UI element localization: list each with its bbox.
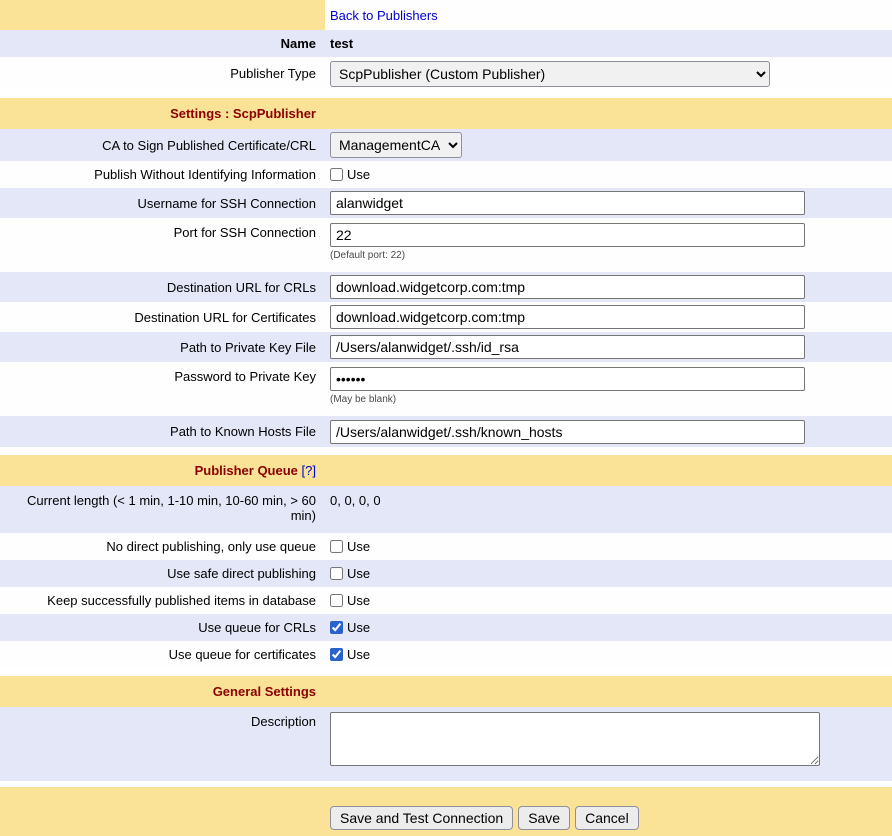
ca-sign-select[interactable]: ManagementCA <box>330 132 462 158</box>
cert-url-input[interactable] <box>330 305 805 329</box>
ca-sign-label: CA to Sign Published Certificate/CRL <box>0 129 325 161</box>
use-label: Use <box>347 566 370 581</box>
section-gap <box>0 447 892 455</box>
keep-published-items-checkbox[interactable] <box>330 594 343 607</box>
queue-certificates-checkbox[interactable] <box>330 648 343 661</box>
general-section-title: General Settings <box>0 676 325 707</box>
private-key-path-input[interactable] <box>330 335 805 359</box>
name-label: Name <box>0 30 325 57</box>
description-textarea[interactable] <box>330 712 820 766</box>
queue-crls-use[interactable]: Use <box>330 620 370 635</box>
name-value: test <box>325 30 892 57</box>
safe-direct-publishing-use[interactable]: Use <box>330 566 370 581</box>
keep-published-items-label: Keep successfully published items in dat… <box>0 587 325 614</box>
queue-section-header: Publisher Queue [?] <box>0 455 892 486</box>
cert-url-row: Destination URL for Certificates <box>0 302 892 332</box>
queue-length-value: 0, 0, 0, 0 <box>325 486 892 533</box>
cancel-button[interactable]: Cancel <box>575 806 639 830</box>
general-section-header: General Settings <box>0 676 892 707</box>
use-label: Use <box>347 620 370 635</box>
header-row: Back to Publishers <box>0 0 892 30</box>
anonymous-use-label[interactable]: Use <box>330 167 370 182</box>
publisher-type-select[interactable]: ScpPublisher (Custom Publisher) <box>330 61 770 87</box>
private-key-password-row: Password to Private Key (May be blank) <box>0 362 892 416</box>
private-key-path-label: Path to Private Key File <box>0 332 325 362</box>
use-label: Use <box>347 167 370 182</box>
section-gap <box>0 668 892 676</box>
private-key-path-row: Path to Private Key File <box>0 332 892 362</box>
use-label: Use <box>347 539 370 554</box>
ssh-port-hint: (Default port: 22) <box>330 250 405 261</box>
cert-url-label: Destination URL for Certificates <box>0 302 325 332</box>
header-right-cell: Back to Publishers <box>325 0 892 30</box>
ssh-username-input[interactable] <box>330 191 805 215</box>
known-hosts-input[interactable] <box>330 420 805 444</box>
general-section-header-spacer <box>325 676 892 707</box>
keep-published-items-use[interactable]: Use <box>330 593 370 608</box>
header-left-spacer <box>0 0 325 30</box>
ca-sign-row: CA to Sign Published Certificate/CRL Man… <box>0 129 892 161</box>
save-button[interactable]: Save <box>518 806 570 830</box>
ssh-port-row: Port for SSH Connection (Default port: 2… <box>0 218 892 272</box>
queue-option-row: Use queue for CRLs Use <box>0 614 892 641</box>
settings-section-title: Settings : ScpPublisher <box>0 98 325 129</box>
description-label: Description <box>0 707 325 781</box>
anonymous-row: Publish Without Identifying Information … <box>0 161 892 188</box>
queue-option-row: Use queue for certificates Use <box>0 641 892 668</box>
save-and-test-button[interactable]: Save and Test Connection <box>330 806 513 830</box>
ssh-username-label: Username for SSH Connection <box>0 188 325 218</box>
queue-crls-label: Use queue for CRLs <box>0 614 325 641</box>
section-gap <box>0 90 892 98</box>
anonymous-label: Publish Without Identifying Information <box>0 161 325 188</box>
no-direct-publishing-label: No direct publishing, only use queue <box>0 533 325 560</box>
crl-url-row: Destination URL for CRLs <box>0 272 892 302</box>
use-label: Use <box>347 647 370 662</box>
use-label: Use <box>347 593 370 608</box>
queue-option-row: Use safe direct publishing Use <box>0 560 892 587</box>
private-key-password-input[interactable] <box>330 367 805 391</box>
no-direct-publishing-use[interactable]: Use <box>330 539 370 554</box>
private-key-password-hint: (May be blank) <box>330 394 396 405</box>
queue-option-row: Keep successfully published items in dat… <box>0 587 892 614</box>
publisher-type-label: Publisher Type <box>0 57 325 90</box>
queue-section-title: Publisher Queue <box>195 463 298 478</box>
button-bar: Save and Test Connection Save Cancel <box>330 806 892 830</box>
ssh-username-row: Username for SSH Connection <box>0 188 892 218</box>
queue-option-row: No direct publishing, only use queue Use <box>0 533 892 560</box>
queue-crls-checkbox[interactable] <box>330 621 343 634</box>
publisher-type-row: Publisher Type ScpPublisher (Custom Publ… <box>0 57 892 90</box>
private-key-password-label: Password to Private Key <box>0 362 325 416</box>
crl-url-input[interactable] <box>330 275 805 299</box>
no-direct-publishing-checkbox[interactable] <box>330 540 343 553</box>
publisher-edit-page: Back to Publishers Name test Publisher T… <box>0 0 892 836</box>
queue-length-label: Current length (< 1 min, 1-10 min, 10-60… <box>0 486 325 533</box>
queue-certificates-use[interactable]: Use <box>330 647 370 662</box>
back-to-publishers-link[interactable]: Back to Publishers <box>330 8 438 23</box>
queue-length-row: Current length (< 1 min, 1-10 min, 10-60… <box>0 486 892 533</box>
anonymous-checkbox[interactable] <box>330 168 343 181</box>
queue-section-header-cell: Publisher Queue [?] <box>0 455 325 486</box>
settings-section-header-spacer <box>325 98 892 129</box>
known-hosts-row: Path to Known Hosts File <box>0 416 892 447</box>
crl-url-label: Destination URL for CRLs <box>0 272 325 302</box>
queue-section-header-spacer <box>325 455 892 486</box>
settings-section-header: Settings : ScpPublisher <box>0 98 892 129</box>
known-hosts-label: Path to Known Hosts File <box>0 416 325 447</box>
ssh-port-input[interactable] <box>330 223 805 247</box>
queue-help-link[interactable]: [?] <box>302 463 316 478</box>
footer-section: Save and Test Connection Save Cancel <box>0 787 892 836</box>
queue-certificates-label: Use queue for certificates <box>0 641 325 668</box>
ssh-port-label: Port for SSH Connection <box>0 218 325 272</box>
safe-direct-publishing-label: Use safe direct publishing <box>0 560 325 587</box>
safe-direct-publishing-checkbox[interactable] <box>330 567 343 580</box>
description-row: Description <box>0 707 892 781</box>
name-row: Name test <box>0 30 892 57</box>
